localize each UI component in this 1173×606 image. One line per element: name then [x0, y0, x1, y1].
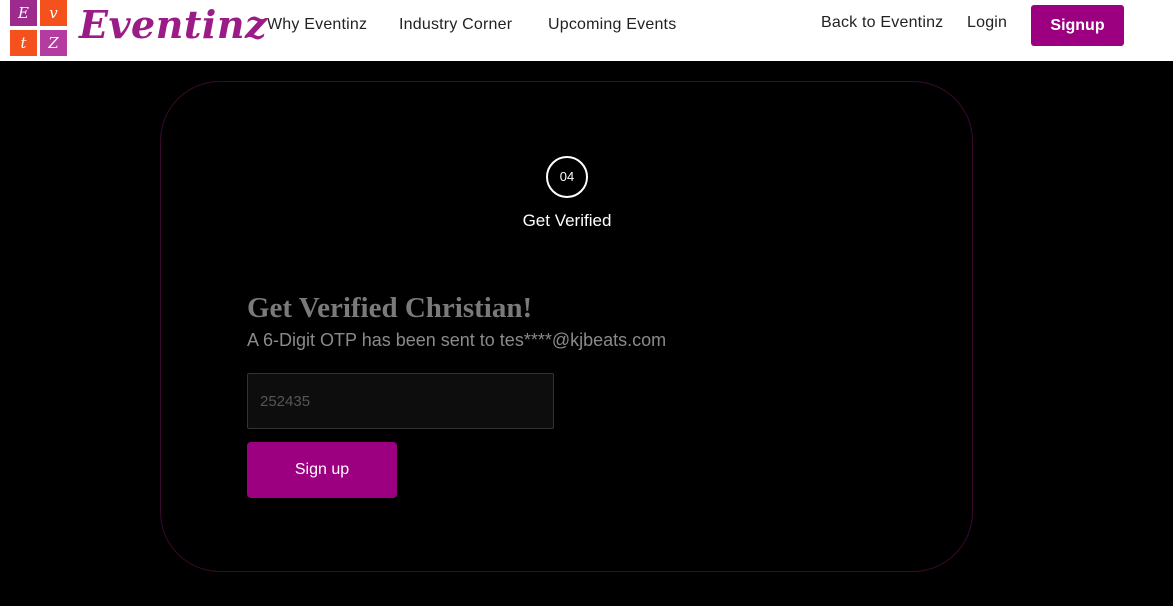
sign-up-button[interactable]: Sign up	[247, 442, 397, 498]
logo-tile-e: E	[10, 0, 37, 26]
logo-tile-t: t	[10, 30, 37, 56]
otp-input[interactable]	[247, 373, 554, 429]
top-navbar: E v t Z Eventinz Why Eventinz Industry C…	[0, 0, 1173, 61]
back-to-eventinz-link[interactable]: Back to Eventinz	[821, 14, 943, 32]
logo-wordmark: Eventinz	[79, 2, 268, 47]
step-label: Get Verified	[522, 211, 612, 230]
login-link[interactable]: Login	[967, 14, 1007, 32]
nav-why-eventinz[interactable]: Why Eventinz	[267, 16, 367, 34]
eventinz-logo[interactable]: E v t Z Eventinz	[0, 0, 267, 61]
otp-sent-message: A 6-Digit OTP has been sent to tes****@k…	[247, 330, 667, 350]
verification-card: 04 Get Verified Get Verified Christian! …	[160, 81, 973, 572]
page-title: Get Verified Christian!	[247, 292, 533, 324]
nav-industry-corner[interactable]: Industry Corner	[399, 16, 512, 34]
logo-tile-v: v	[40, 0, 67, 26]
nav-upcoming-events[interactable]: Upcoming Events	[548, 16, 676, 34]
step-number-badge: 04	[546, 156, 588, 198]
logo-tile-grid: E v t Z	[8, 0, 70, 58]
signup-button[interactable]: Signup	[1031, 5, 1124, 46]
logo-tile-z: Z	[40, 30, 67, 56]
